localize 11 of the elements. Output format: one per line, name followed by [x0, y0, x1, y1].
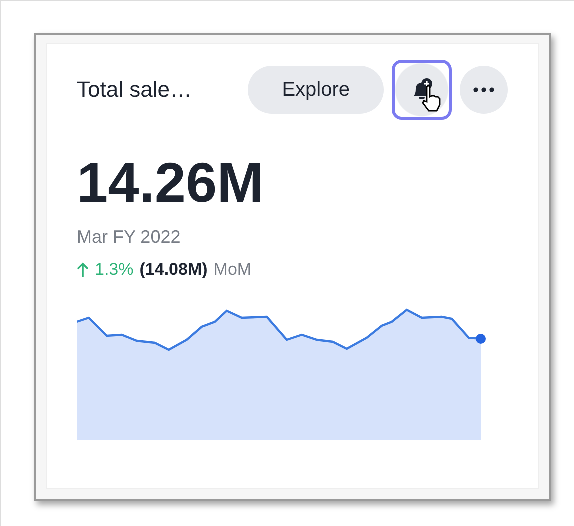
kpi-value: 14.26M	[77, 150, 265, 215]
change-percent: 1.3%	[95, 260, 134, 280]
hand-cursor-icon	[421, 85, 443, 113]
period-label: Mar FY 2022	[77, 227, 182, 248]
card-title: Total sale…	[77, 77, 193, 103]
more-button[interactable]	[460, 66, 508, 114]
explore-button[interactable]: Explore	[248, 66, 384, 114]
comparison-label: MoM	[214, 260, 252, 280]
add-alert-button[interactable]	[392, 60, 452, 120]
previous-value: (14.08M)	[140, 260, 208, 280]
more-icon	[473, 87, 495, 93]
